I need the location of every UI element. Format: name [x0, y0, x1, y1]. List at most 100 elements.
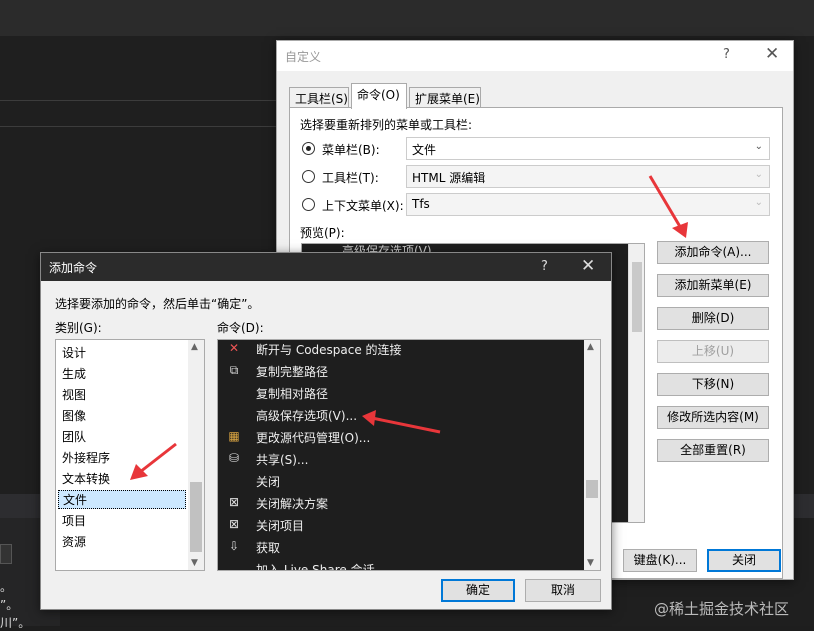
- command-item[interactable]: ⛁ 共享(S)...: [218, 448, 584, 470]
- command-item[interactable]: ⊠ 关闭解决方案: [218, 492, 584, 514]
- source-control-icon: ▦: [228, 429, 240, 443]
- category-item[interactable]: 文本转换: [62, 470, 110, 487]
- help-button[interactable]: ?: [723, 47, 730, 62]
- reset-all-button[interactable]: 全部重置(R): [657, 439, 769, 462]
- commands-scrollbar[interactable]: ▲ ▼: [584, 340, 600, 570]
- move-up-button[interactable]: 上移(U): [657, 340, 769, 363]
- toolbar-label: 工具栏(T):: [322, 171, 379, 185]
- command-item[interactable]: 复制相对路径: [218, 382, 584, 404]
- command-item[interactable]: ⊠ 关闭项目: [218, 514, 584, 536]
- add-command-button[interactable]: 添加命令(A)...: [657, 241, 769, 264]
- command-label: 获取: [256, 541, 281, 555]
- categories-list[interactable]: 设计 生成 视图 图像 团队 外接程序 文本转换 文件 项目 资源 ▲ ▼: [55, 339, 205, 571]
- get-icon: ⇩: [228, 539, 240, 553]
- share-icon: ⛁: [228, 451, 240, 465]
- scrollbar-thumb[interactable]: [586, 480, 598, 498]
- category-item[interactable]: 资源: [62, 533, 86, 550]
- command-item[interactable]: ▦ 更改源代码管理(O)...: [218, 426, 584, 448]
- ide-output-line: 川”。: [0, 616, 31, 630]
- move-down-button[interactable]: 下移(N): [657, 373, 769, 396]
- dialog-title: 自定义: [285, 50, 322, 64]
- delete-button[interactable]: 删除(D): [657, 307, 769, 330]
- keyboard-button[interactable]: 键盘(K)...: [623, 549, 697, 572]
- scrollbar-thumb[interactable]: [632, 262, 642, 332]
- category-item-selected[interactable]: 文件: [58, 490, 186, 509]
- add-command-dialog: 添加命令 ? ✕ 选择要添加的命令，然后单击“确定”。 类别(G): 命令(D)…: [40, 252, 612, 610]
- categories-scrollbar[interactable]: ▲ ▼: [188, 340, 204, 570]
- command-label: 关闭: [256, 475, 281, 489]
- dialog-title: 添加命令: [49, 261, 98, 275]
- command-item[interactable]: ⇩ 获取: [218, 536, 584, 558]
- command-label: 关闭项目: [256, 519, 305, 533]
- categories-label: 类别(G):: [55, 321, 102, 335]
- modify-selection-button[interactable]: 修改所选内容(M): [657, 406, 769, 429]
- add-new-menu-button[interactable]: 添加新菜单(E): [657, 274, 769, 297]
- ide-divider: [0, 100, 300, 101]
- close-icon[interactable]: ✕: [581, 256, 595, 276]
- category-item[interactable]: 图像: [62, 407, 86, 424]
- command-label: 断开与 Codespace 的连接: [256, 343, 402, 357]
- title-bar: 添加命令 ? ✕: [41, 253, 611, 281]
- close-project-icon: ⊠: [228, 517, 240, 531]
- close-icon[interactable]: ✕: [765, 44, 779, 64]
- command-label: 加入 Live Share 会话: [256, 563, 375, 571]
- category-item[interactable]: 设计: [62, 344, 86, 361]
- commands-list[interactable]: ✕ 断开与 Codespace 的连接 ⧉ 复制完整路径 复制相对路径 高级保存…: [217, 339, 601, 571]
- category-item[interactable]: 团队: [62, 428, 86, 445]
- scroll-up-icon[interactable]: ▲: [191, 342, 198, 352]
- command-label: 更改源代码管理(O)...: [256, 431, 371, 445]
- close-button[interactable]: 关闭: [707, 549, 781, 572]
- preview-scrollbar[interactable]: [628, 244, 644, 522]
- commands-label: 命令(D):: [217, 321, 264, 335]
- tab-toolbars[interactable]: 工具栏(S): [289, 87, 349, 108]
- menubar-select[interactable]: 文件 ⌄: [406, 137, 770, 160]
- category-item[interactable]: 生成: [62, 365, 86, 382]
- disconnect-icon: ✕: [228, 341, 240, 355]
- instruction-text: 选择要重新排列的菜单或工具栏:: [300, 118, 473, 132]
- category-item[interactable]: 项目: [62, 512, 86, 529]
- command-label: 复制相对路径: [256, 387, 329, 401]
- scrollbar-thumb[interactable]: [190, 482, 202, 552]
- preview-label: 预览(P):: [300, 226, 345, 240]
- command-label: 高级保存选项(V)...: [256, 409, 358, 423]
- category-item[interactable]: 视图: [62, 386, 86, 403]
- command-item[interactable]: 关闭: [218, 470, 584, 492]
- title-bar: 自定义 ? ✕: [277, 41, 793, 71]
- menubar-label: 菜单栏(B):: [322, 143, 380, 157]
- menubar-radio[interactable]: [302, 142, 315, 155]
- command-item[interactable]: ⧉ 复制完整路径: [218, 360, 584, 382]
- ide-top-strip: [0, 0, 814, 36]
- category-item[interactable]: 外接程序: [62, 449, 110, 466]
- scroll-up-icon[interactable]: ▲: [587, 342, 594, 352]
- ide-divider: [0, 126, 300, 127]
- context-menu-select[interactable]: Tfs ⌄: [406, 193, 770, 216]
- toolbar-radio[interactable]: [302, 170, 315, 183]
- command-label: 复制完整路径: [256, 365, 329, 379]
- scroll-down-icon[interactable]: ▼: [587, 558, 594, 568]
- scroll-down-icon[interactable]: ▼: [191, 558, 198, 568]
- ide-dropdown[interactable]: [0, 544, 12, 564]
- tab-extension-menus[interactable]: 扩展菜单(E): [409, 87, 481, 108]
- command-item[interactable]: 高级保存选项(V)...: [218, 404, 584, 426]
- toolbar-select[interactable]: HTML 源编辑 ⌄: [406, 165, 770, 188]
- command-item[interactable]: ✕ 断开与 Codespace 的连接: [218, 340, 584, 360]
- ok-button[interactable]: 确定: [441, 579, 515, 602]
- chevron-down-icon: ⌄: [754, 197, 763, 208]
- menubar-select-value: 文件: [412, 143, 437, 157]
- tab-commands[interactable]: 命令(O): [351, 83, 407, 109]
- toolbar-select-value: HTML 源编辑: [412, 171, 486, 185]
- close-solution-icon: ⊠: [228, 495, 240, 509]
- command-label: 共享(S)...: [256, 453, 309, 467]
- command-item[interactable]: 加入 Live Share 会话: [218, 558, 584, 571]
- instruction-text: 选择要添加的命令，然后单击“确定”。: [55, 297, 260, 311]
- cancel-button[interactable]: 取消: [525, 579, 601, 602]
- help-button[interactable]: ?: [541, 259, 548, 274]
- ide-output-line: ”。: [0, 598, 19, 612]
- chevron-down-icon: ⌄: [754, 141, 763, 152]
- context-menu-select-value: Tfs: [412, 197, 430, 211]
- context-menu-radio[interactable]: [302, 198, 315, 211]
- context-menu-label: 上下文菜单(X):: [322, 199, 404, 213]
- copy-icon: ⧉: [229, 363, 239, 377]
- watermark: @稀土掘金技术社区: [654, 600, 790, 618]
- command-label: 关闭解决方案: [256, 497, 329, 511]
